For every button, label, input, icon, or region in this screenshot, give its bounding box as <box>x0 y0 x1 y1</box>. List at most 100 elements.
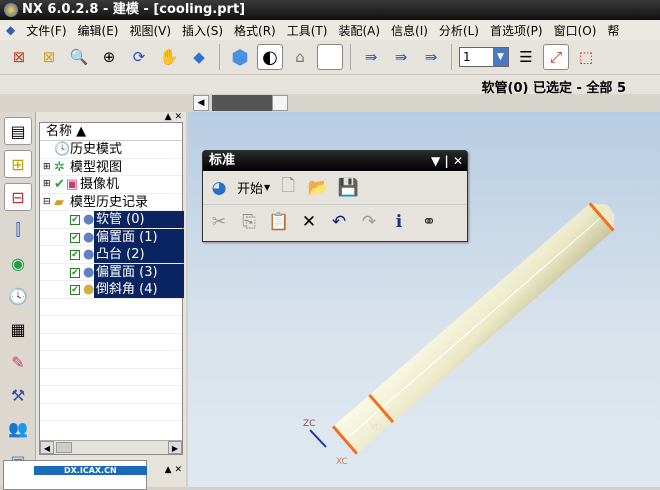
zoom-icon[interactable]: 🔍 <box>66 44 92 70</box>
standard-toolbar-dialog: 标准 ▼ | ✕ ◕ 开始 ▼ 🗋 📂 💾 ✂ ⎘ 📋 ✕ ↶ ↷ ℹ ⚭ <box>202 150 468 242</box>
menu-view[interactable]: 视图(V) <box>129 22 171 39</box>
zc-axis <box>309 429 327 448</box>
web-browser-icon[interactable]: ◉ <box>4 249 32 277</box>
wcs-origin-icon[interactable]: ⬚ <box>573 44 599 70</box>
assembly-navigator-icon[interactable]: ▤ <box>4 117 32 145</box>
blank-view-icon[interactable] <box>317 44 343 70</box>
copy-layer-icon[interactable]: ⇛ <box>388 44 414 70</box>
binoculars-icon[interactable]: ⚭ <box>417 210 441 234</box>
cut-icon[interactable]: ✂ <box>207 210 231 234</box>
shaded-view-icon[interactable]: ⬢ <box>227 44 253 70</box>
perspective-icon[interactable]: ◆ <box>186 44 212 70</box>
tree-node-model-history[interactable]: ⊟ ▰ 模型历史记录 <box>40 194 182 211</box>
feature-row[interactable]: ✔ ● 倒斜角 (4) <box>40 281 184 299</box>
layer-settings-icon[interactable]: ⇛ <box>418 44 444 70</box>
menu-app-icon[interactable]: ◆ <box>6 23 15 37</box>
feature-label: 凸台 (2) <box>94 246 184 263</box>
wcs-icon[interactable]: ⤢ <box>543 44 569 70</box>
chevron-down-icon[interactable]: ▼ <box>493 48 508 66</box>
delete-icon[interactable]: ✕ <box>297 210 321 234</box>
history-icon[interactable]: 🕓 <box>4 282 32 310</box>
feature-checkbox[interactable]: ✔ <box>70 267 80 278</box>
new-file-icon[interactable]: 🗋 <box>276 176 300 200</box>
expand-icon[interactable]: ⊞ <box>43 159 51 176</box>
menu-tools[interactable]: 工具(T) <box>287 22 328 39</box>
copy-icon[interactable]: ⎘ <box>237 210 261 234</box>
tree-node-model-views[interactable]: ⊞ ✲ 模型视图 <box>40 159 182 176</box>
feature-row[interactable]: ✔ ● 偏置面 (1) <box>40 228 184 246</box>
collapse-icon[interactable]: ⊟ <box>43 194 51 211</box>
tree-node-history-mode[interactable]: 🕓 历史模式 <box>40 141 182 159</box>
roles-tool-icon[interactable]: ⚒ <box>4 381 32 409</box>
paste-icon[interactable]: 📋 <box>267 210 291 234</box>
navigator-tree: 名称 ▲ 🕓 历史模式 ⊞ ✲ 模型视图 ⊞ ✔ ▣ 摄像机 ⊟ ▰ 模型历史记录 ✔ ● 软管 (… <box>39 122 184 455</box>
menu-file[interactable]: 文件(F) <box>26 22 66 39</box>
process-studio-icon[interactable]: ▦ <box>4 315 32 343</box>
feature-checkbox[interactable]: ✔ <box>70 215 80 225</box>
menu-window[interactable]: 窗口(O) <box>554 22 597 39</box>
details-panel <box>3 460 147 490</box>
menu-edit[interactable]: 编辑(E) <box>78 22 119 39</box>
save-icon[interactable]: 💾 <box>336 176 360 200</box>
menu-format[interactable]: 格式(R) <box>234 22 276 39</box>
redo-icon[interactable]: ↷ <box>357 210 381 234</box>
zoom-window-icon[interactable]: ⊠ <box>36 44 62 70</box>
feature-label: 偏置面 (1) <box>94 228 184 246</box>
layer-list-icon[interactable]: ☰ <box>513 44 539 70</box>
feature-row[interactable]: ✔ ● 软管 (0) <box>40 211 184 229</box>
menu-info[interactable]: 信息(I) <box>391 22 428 39</box>
scroll-right-icon[interactable]: ▶ <box>168 441 182 454</box>
undo-icon[interactable]: ↶ <box>327 210 351 234</box>
constraint-navigator-icon[interactable]: ⊟ <box>4 183 32 211</box>
open-folder-icon[interactable]: 📂 <box>306 176 330 200</box>
feature-checkbox[interactable]: ✔ <box>70 285 80 295</box>
menu-preferences[interactable]: 首选项(P) <box>490 22 543 39</box>
pan-icon[interactable]: ✋ <box>156 44 182 70</box>
tab-scroll[interactable] <box>272 95 288 111</box>
part-navigator-icon[interactable]: ⊞ <box>4 150 32 178</box>
check-icon: ✔ <box>54 177 65 192</box>
expand-icon[interactable]: ⊞ <box>43 176 51 193</box>
dropdown-icon[interactable]: ▼ <box>431 154 440 168</box>
feature-row[interactable]: ✔ ● 凸台 (2) <box>40 246 184 264</box>
horizontal-scrollbar[interactable]: ◀ ▶ <box>40 440 182 454</box>
scroll-thumb[interactable] <box>56 442 72 453</box>
zc-label: ZC <box>303 419 315 429</box>
node-label: 历史模式 <box>70 142 123 157</box>
dialog-titlebar[interactable]: 标准 ▼ | ✕ <box>203 151 467 171</box>
zoom-in-out-icon[interactable]: ⊕ <box>96 44 122 70</box>
graphics-tab[interactable] <box>212 95 272 111</box>
menu-help[interactable]: 帮 <box>607 22 619 39</box>
camera-icon: ▣ <box>66 177 79 192</box>
move-layer-icon[interactable]: ⇛ <box>358 44 384 70</box>
menu-assembly[interactable]: 装配(A) <box>338 22 380 39</box>
feature-checkbox[interactable]: ✔ <box>70 232 80 243</box>
feature-label: 软管 (0) <box>94 211 184 228</box>
information-icon[interactable]: ℹ <box>387 210 411 234</box>
feature-checkbox[interactable]: ✔ <box>70 250 80 260</box>
menu-analysis[interactable]: 分析(L) <box>439 22 479 39</box>
scroll-left-icon[interactable]: ◀ <box>193 95 209 111</box>
column-header-name[interactable]: 名称 ▲ <box>40 123 182 141</box>
fit-icon[interactable]: ⊠ <box>6 44 32 70</box>
palette-icon[interactable]: ✎ <box>4 348 32 376</box>
tree-node-cameras[interactable]: ⊞ ✔ ▣ 摄像机 <box>40 176 182 194</box>
start-button[interactable]: 开始 <box>237 178 263 197</box>
feature-row[interactable]: ✔ ● 偏置面 (3) <box>40 263 184 281</box>
chamfer-icon: ● <box>83 282 95 297</box>
render-style-icon[interactable]: ◐ <box>257 44 283 70</box>
menu-insert[interactable]: 插入(S) <box>182 22 223 39</box>
work-layer-value: 1 <box>463 50 471 64</box>
background-icon[interactable]: ⌂ <box>287 44 313 70</box>
roles-icon[interactable]: 👥 <box>4 414 32 442</box>
rotate-icon[interactable]: ⟳ <box>126 44 152 70</box>
scroll-left-icon[interactable]: ◀ <box>40 441 54 454</box>
nx-logo-icon <box>4 3 18 17</box>
separator <box>451 44 452 70</box>
start-icon[interactable]: ◕ <box>207 176 231 200</box>
separator <box>350 44 351 70</box>
reuse-library-icon[interactable]: ⫿ <box>4 216 32 244</box>
close-icon[interactable]: ✕ <box>453 154 463 168</box>
work-layer-select[interactable]: 1 ▼ <box>459 47 509 67</box>
status-row: 软管(0) 已选定 - 全部 5 <box>0 74 660 96</box>
